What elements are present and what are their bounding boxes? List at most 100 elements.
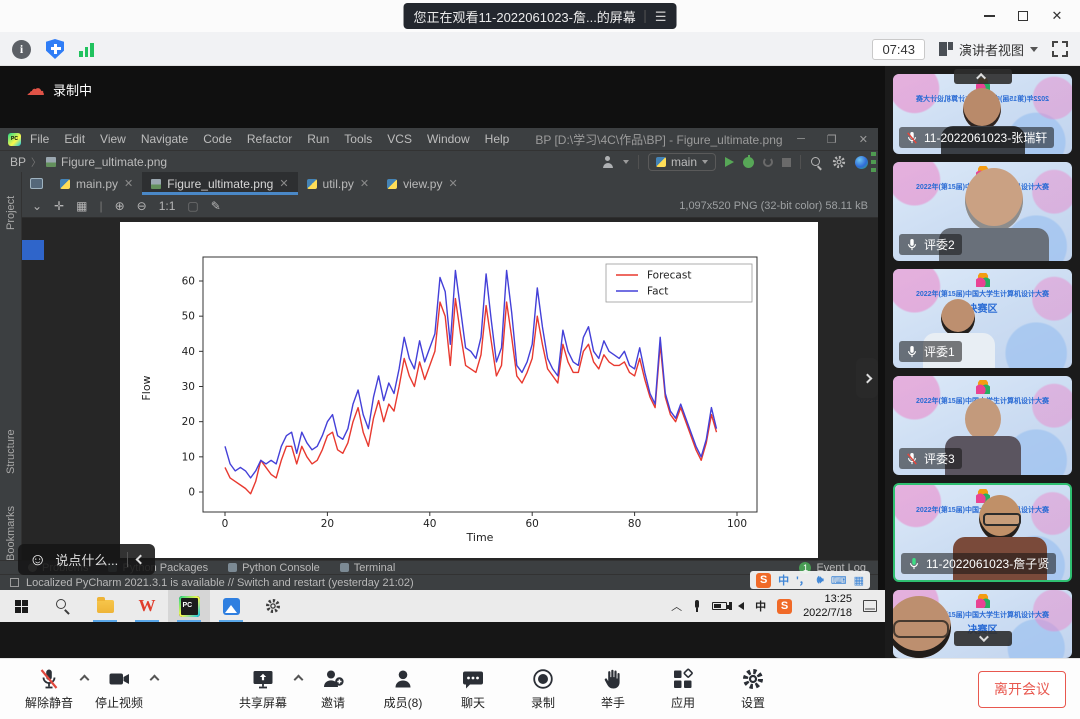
menu-help[interactable]: Help — [485, 132, 510, 146]
zoom-in-icon[interactable]: ⊕ — [115, 199, 125, 213]
tray-mic-icon[interactable] — [693, 600, 701, 613]
record-button[interactable]: 录制 — [517, 667, 569, 711]
menu-vcs[interactable]: VCS — [387, 132, 412, 146]
video-options-chevron[interactable] — [150, 675, 160, 685]
apps-button[interactable]: 应用 — [657, 667, 709, 711]
view-mode-dropdown[interactable]: 演讲者视图 — [939, 40, 1038, 59]
participant-tile[interactable]: 2022年(第15届)中国大学生计算机设计大赛 决赛区 评委1 — [893, 269, 1072, 368]
stop-video-button[interactable]: 停止视频 — [93, 667, 145, 711]
debug-button[interactable] — [743, 157, 754, 168]
tool-window-python-console[interactable]: Python Console — [228, 562, 320, 574]
avatar[interactable] — [855, 156, 868, 169]
wps-button[interactable]: W — [126, 590, 168, 622]
user-icon[interactable] — [602, 156, 614, 168]
sogou-icon[interactable]: S — [756, 573, 771, 588]
share-title-pill[interactable]: 您正在观看11-2022061023-詹...的屏幕 ☰ — [404, 3, 677, 29]
participant-tile[interactable]: 2022年(第15届)中国大学生计算机设计大赛 11-2022061023-张瑞… — [893, 74, 1072, 154]
search-button[interactable] — [42, 590, 84, 622]
battery-icon[interactable] — [712, 602, 727, 610]
settings-button[interactable]: 设置 — [727, 667, 779, 711]
menu-refactor[interactable]: Refactor — [247, 132, 292, 146]
grid-icon[interactable]: ▦ — [76, 199, 87, 213]
start-button[interactable] — [0, 590, 42, 622]
share-options-chevron[interactable] — [294, 675, 304, 685]
collapse-chat-icon[interactable] — [136, 555, 146, 565]
edit-pencil-icon[interactable]: ✎ — [211, 199, 221, 213]
input-language-indicator[interactable]: 中 — [755, 598, 766, 614]
figure-image[interactable]: 0204060801000102030405060TimeFlowForecas… — [120, 222, 818, 558]
chat-quick-bar[interactable]: ☺ 说点什么... — [18, 544, 155, 575]
invite-button[interactable]: 邀请 — [307, 667, 359, 711]
tool-window-structure[interactable]: Structure — [0, 416, 22, 488]
share-menu-icon[interactable]: ☰ — [655, 10, 667, 23]
settings-icon[interactable] — [832, 155, 846, 169]
network-signal-icon[interactable] — [79, 42, 94, 57]
search-everywhere-icon[interactable] — [810, 156, 823, 169]
close-icon[interactable]: ✕ — [360, 177, 369, 190]
members-button[interactable]: 成员(8) — [377, 667, 429, 711]
emoji-icon[interactable]: ☺ — [29, 551, 46, 568]
menu-run[interactable]: Run — [307, 132, 329, 146]
security-shield-icon[interactable] — [46, 39, 64, 59]
meeting-info-icon[interactable]: i — [12, 40, 31, 59]
breadcrumb-project[interactable]: BP — [10, 155, 26, 169]
fit-zoom-icon[interactable]: ▢ — [187, 199, 198, 213]
menu-navigate[interactable]: Navigate — [141, 132, 188, 146]
close-icon[interactable]: ✕ — [279, 177, 288, 190]
chat-input-placeholder[interactable]: 说点什么... — [55, 550, 118, 569]
input-lang-icon[interactable]: 中 — [778, 572, 789, 588]
pan-icon[interactable]: ✛ — [54, 199, 64, 213]
file-explorer-button[interactable] — [84, 590, 126, 622]
menu-view[interactable]: View — [100, 132, 126, 146]
notification-center-icon[interactable] — [863, 600, 877, 612]
keyboard-icon[interactable]: ⌨ — [831, 574, 847, 587]
tab-view-py[interactable]: view.py✕ — [378, 172, 467, 195]
close-button[interactable]: ✕ — [1040, 0, 1074, 32]
pycharm-close[interactable]: ✕ — [859, 133, 868, 146]
editor-monitor-icon[interactable] — [30, 178, 43, 189]
taskbar-settings-button[interactable] — [252, 590, 294, 622]
share-screen-button[interactable]: 共享屏幕 — [237, 667, 289, 711]
tab-main-py[interactable]: main.py✕ — [51, 172, 142, 195]
chat-button[interactable]: 聊天 — [447, 667, 499, 711]
tray-expand-icon[interactable]: ︿ — [671, 598, 682, 614]
run-config-selector[interactable]: main — [648, 153, 716, 171]
tab-figure-ultimate-png[interactable]: Figure_ultimate.png✕ — [142, 172, 297, 195]
pycharm-restore[interactable]: ❐ — [827, 133, 837, 146]
fullscreen-icon[interactable] — [1052, 41, 1068, 57]
status-message[interactable]: Localized PyCharm 2021.3.1 is available … — [26, 577, 414, 589]
leave-meeting-button[interactable]: 离开会议 — [978, 671, 1066, 708]
maximize-button[interactable] — [1006, 0, 1040, 32]
menu-code[interactable]: Code — [203, 132, 232, 146]
close-icon[interactable]: ✕ — [448, 177, 457, 190]
raise-hand-button[interactable]: 举手 — [587, 667, 639, 711]
menu-tools[interactable]: Tools — [344, 132, 372, 146]
tool-window-terminal[interactable]: Terminal — [340, 562, 396, 574]
chevron-down-icon[interactable]: ⌄ — [32, 199, 42, 213]
pycharm-minimize[interactable]: ─ — [797, 133, 805, 145]
menu-window[interactable]: Window — [427, 132, 470, 146]
run-button[interactable] — [725, 157, 734, 167]
mic-options-chevron[interactable] — [80, 675, 90, 685]
toolbox-icon[interactable]: ▦ — [854, 574, 864, 587]
breadcrumb-file[interactable]: Figure_ultimate.png — [61, 155, 167, 169]
zoom-out-icon[interactable]: ⊖ — [137, 199, 147, 213]
menu-edit[interactable]: Edit — [64, 132, 85, 146]
voice-input-icon[interactable]: 🕪 — [817, 574, 824, 587]
photos-button[interactable] — [210, 590, 252, 622]
tool-window-project[interactable]: Project — [0, 178, 22, 248]
sogou-tray-icon[interactable]: S — [777, 599, 792, 614]
taskbar-clock[interactable]: 13:25 2022/7/18 — [803, 592, 852, 621]
speaker-icon[interactable] — [738, 602, 744, 610]
punctuation-icon[interactable]: '， — [796, 572, 810, 588]
participant-tile[interactable]: 2022年(第15届)中国大学生计算机设计大赛 评委2 — [893, 162, 1072, 261]
pycharm-taskbar-button[interactable]: PC — [168, 590, 210, 622]
participant-tile[interactable]: 2022年(第15届)中国大学生计算机设计大赛 决赛区 — [893, 590, 1072, 658]
run-coverage-icon[interactable] — [763, 157, 773, 167]
scroll-up-button[interactable] — [954, 69, 1012, 84]
participant-tile[interactable]: 2022年(第15届)中国大学生计算机设计大赛 决赛区 评委3 — [893, 376, 1072, 475]
sidebar-collapse-handle[interactable] — [856, 358, 878, 398]
minimize-button[interactable] — [972, 0, 1006, 32]
actual-size-label[interactable]: 1:1 — [159, 199, 176, 213]
scroll-down-button[interactable] — [954, 631, 1012, 646]
